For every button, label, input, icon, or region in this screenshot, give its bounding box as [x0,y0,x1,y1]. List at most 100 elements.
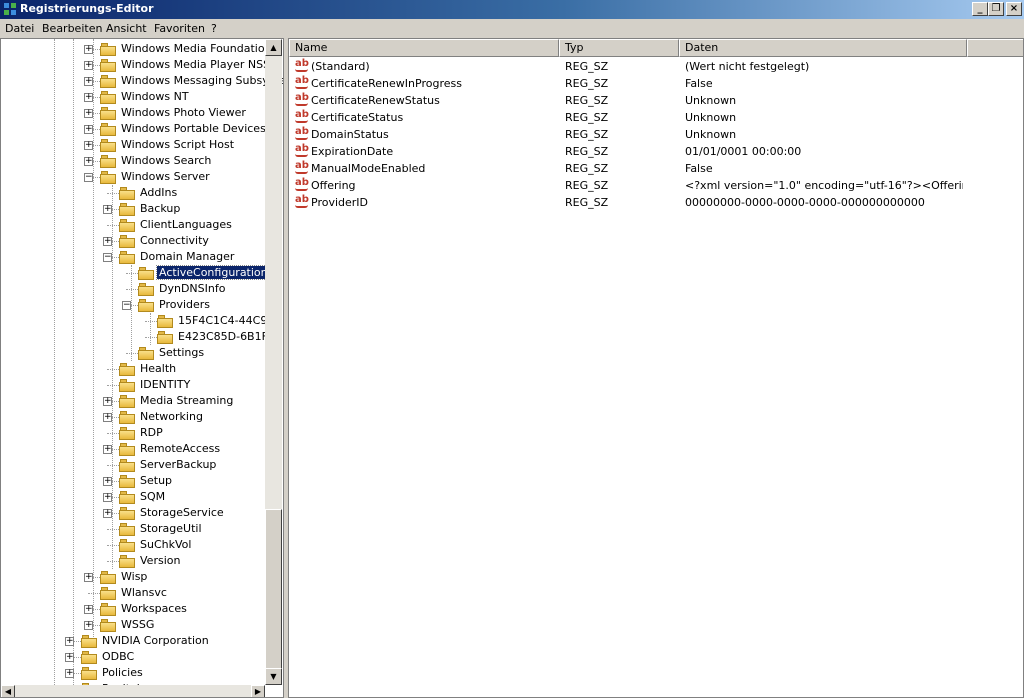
tree-item[interactable]: + SQM [1,489,265,505]
tree-item-label[interactable]: AddIns [138,186,179,199]
tree-item[interactable]: + Windows Photo Viewer [1,105,265,121]
tree-item-label[interactable]: Wlansvc [119,586,169,599]
tree-item-label[interactable]: Settings [157,346,206,359]
tree-item[interactable]: RDP [1,425,265,441]
tree-item-label[interactable]: Domain Manager [138,250,236,263]
value-row[interactable]: ab ExpirationDate REG_SZ 01/01/0001 00:00:0… [289,143,1023,160]
tree-item-label[interactable]: WSSG [119,618,156,631]
expand-icon[interactable]: + [84,77,93,86]
tree-item-label[interactable]: StorageService [138,506,226,519]
expand-icon[interactable]: + [84,141,93,150]
value-row[interactable]: ab CertificateRenewStatus REG_SZ Unknown [289,92,1023,109]
value-row[interactable]: ab ManualModeEnabled REG_SZ False [289,160,1023,177]
tree-item-label[interactable]: Workspaces [119,602,189,615]
expand-icon[interactable]: + [84,45,93,54]
value-row[interactable]: ab ProviderID REG_SZ 00000000-0000-0000-000… [289,194,1023,211]
scroll-left-arrow-icon[interactable]: ◀ [1,685,15,697]
expand-icon[interactable]: + [84,157,93,166]
tree-item-label[interactable]: Policies [100,666,145,679]
tree-item[interactable]: SuChkVol [1,537,265,553]
tree-item[interactable]: 15F4C1C4-44C9-4 [1,313,278,329]
tree-item-label[interactable]: Windows Media Foundation [119,42,274,55]
tree-item-label[interactable]: SuChkVol [138,538,193,551]
tree-item-label[interactable]: Setup [138,474,174,487]
tree-item[interactable]: + Media Streaming [1,393,265,409]
tree-item-label[interactable]: Windows Portable Devices [119,122,268,135]
registry-values-list[interactable]: Name Typ Daten ab (Standard) REG_SZ (Wert n… [288,38,1024,698]
tree-item[interactable]: + Windows NT [1,89,265,105]
tree-horizontal-scrollbar[interactable]: ◀ ▶ [1,685,265,697]
expand-icon[interactable]: + [84,93,93,102]
value-row[interactable]: ab DomainStatus REG_SZ Unknown [289,126,1023,143]
tree-item[interactable]: + Windows Script Host [1,137,265,153]
tree-vertical-scrollbar[interactable]: ▲ ▼ [265,39,282,685]
value-row[interactable]: ab CertificateRenewInProgress REG_SZ False [289,75,1023,92]
value-row[interactable]: ab Offering REG_SZ <?xml version="1.0" enco… [289,177,1023,194]
tree-item[interactable]: + WSSG [1,617,265,633]
menu-datei[interactable]: Datei [5,22,34,35]
tree-item-label[interactable]: ServerBackup [138,458,218,471]
tree-item[interactable]: + Windows Media Foundation [1,41,272,57]
tree-item-label[interactable]: Windows NT [119,90,191,103]
expand-icon[interactable]: + [65,637,74,646]
tree-item-label[interactable]: Windows Photo Viewer [119,106,248,119]
tree-item-label[interactable]: Health [138,362,178,375]
close-button[interactable]: × [1006,2,1022,16]
tree-item-label[interactable]: ClientLanguages [138,218,234,231]
expand-icon[interactable]: + [84,621,93,630]
scroll-up-arrow-icon[interactable]: ▲ [265,39,282,56]
tree-item-label[interactable]: IDENTITY [138,378,192,391]
tree-item[interactable]: + Wisp [1,569,265,585]
tree-item-label[interactable]: SQM [138,490,167,503]
expand-icon[interactable]: + [103,509,112,518]
tree-item[interactable]: ServerBackup [1,457,265,473]
value-row[interactable]: ab (Standard) REG_SZ (Wert nicht festgelegt… [289,58,1023,75]
expand-icon[interactable]: + [84,573,93,582]
expand-icon[interactable]: + [103,397,112,406]
value-row[interactable]: ab CertificateStatus REG_SZ Unknown [289,109,1023,126]
column-header-type[interactable]: Typ [559,39,679,57]
tree-item-label[interactable]: StorageUtil [138,522,204,535]
column-header-name[interactable]: Name [289,39,559,57]
expand-icon[interactable]: + [103,205,112,214]
tree-item-label[interactable]: Windows Server [119,170,212,183]
tree-item[interactable]: IDENTITY [1,377,265,393]
tree-item[interactable]: + Windows Media Player NSS [1,57,270,73]
tree-item-label[interactable]: Windows Messaging Subsystem [119,74,283,87]
tree-item[interactable]: + NVIDIA Corporation [1,633,265,649]
tree-item[interactable]: + Policies [1,665,265,681]
tree-item[interactable]: + Setup [1,473,265,489]
collapse-icon[interactable]: − [84,173,93,182]
collapse-icon[interactable]: − [122,301,131,310]
tree-item[interactable]: − Providers [1,297,265,313]
tree-item[interactable]: + Workspaces [1,601,265,617]
tree-item-label[interactable]: ODBC [100,650,136,663]
tree-item-label[interactable]: ActiveConfiguration [156,265,271,280]
tree-item[interactable]: AddIns [1,185,265,201]
expand-icon[interactable]: + [84,125,93,134]
menu-favoriten[interactable]: Favoriten [154,22,205,35]
expand-icon[interactable]: + [84,61,93,70]
tree-item-label[interactable]: Windows Media Player NSS [119,58,272,71]
expand-icon[interactable]: + [103,445,112,454]
tree-item[interactable]: DynDNSInfo [1,281,265,297]
tree-item[interactable]: StorageUtil [1,521,265,537]
scroll-down-arrow-icon[interactable]: ▼ [265,668,282,685]
expand-icon[interactable]: + [103,493,112,502]
tree-scrollbar-thumb[interactable] [265,509,282,669]
tree-item[interactable]: + Connectivity [1,233,265,249]
tree-item-label[interactable]: NVIDIA Corporation [100,634,211,647]
tree-item[interactable]: Version [1,553,265,569]
minimize-button[interactable]: _ [972,2,988,16]
tree-item[interactable]: + Networking [1,409,265,425]
column-header-data[interactable]: Daten [679,39,967,57]
expand-icon[interactable]: + [103,237,112,246]
tree-item-label[interactable]: DynDNSInfo [157,282,227,295]
tree-item[interactable]: Wlansvc [1,585,265,601]
tree-item[interactable]: + ODBC [1,649,265,665]
tree-item[interactable]: ClientLanguages [1,217,265,233]
tree-item-label[interactable]: Backup [138,202,182,215]
tree-item-label[interactable]: Media Streaming [138,394,235,407]
tree-item-label[interactable]: Providers [157,298,212,311]
tree-item-label[interactable]: Version [138,554,182,567]
